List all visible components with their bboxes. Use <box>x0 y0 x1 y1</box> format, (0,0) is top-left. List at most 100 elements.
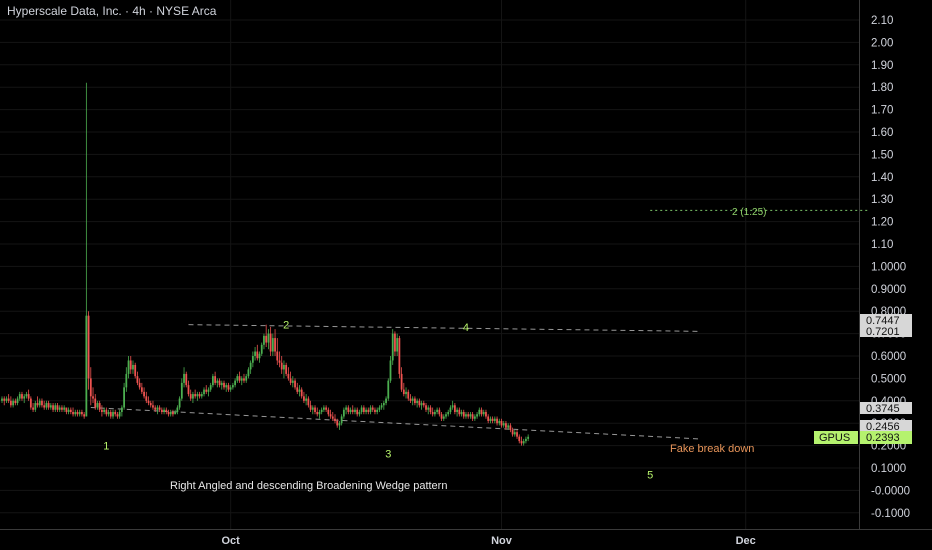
candle-body <box>491 418 494 421</box>
candle-body <box>136 376 139 383</box>
candle-body <box>34 403 37 410</box>
candle-body <box>431 412 434 415</box>
y-tick-label: 1.70 <box>871 105 893 117</box>
candle-body <box>405 391 407 395</box>
y-tick-label: 1.50 <box>871 149 893 161</box>
candle-body <box>476 414 478 417</box>
candle-body <box>9 400 12 406</box>
candle-body <box>525 438 527 442</box>
y-tick-label: 0.5000 <box>871 373 906 385</box>
candle-body <box>45 403 48 408</box>
candle-body <box>81 412 83 415</box>
candle-body <box>498 420 501 424</box>
y-tick-label: 1.80 <box>871 82 893 94</box>
candle-body <box>118 412 121 417</box>
candle-body <box>394 333 396 352</box>
candle-body <box>489 418 492 421</box>
candle-body <box>214 376 217 383</box>
candle-body <box>487 416 490 421</box>
wave-label-3: 3 <box>385 448 391 460</box>
price-chart[interactable]: 1 2 3 4 5 2.10 2.00 1.90 1.80 1.70 1.60 1.50 1.40 1.… <box>0 0 932 550</box>
candle-body <box>227 385 230 390</box>
candle-body <box>29 398 32 408</box>
candle-body <box>469 414 472 417</box>
candle-body <box>49 405 52 408</box>
candle-body <box>338 423 341 426</box>
y-tick-label: 1.30 <box>871 194 893 206</box>
candle-body <box>440 414 443 419</box>
candle-body <box>473 416 476 419</box>
candle-body <box>16 398 19 404</box>
candle-body <box>192 394 194 399</box>
candle-body <box>380 405 383 408</box>
candle-body <box>442 416 445 419</box>
candle-body <box>212 376 214 386</box>
candle-body <box>56 405 59 410</box>
candle-body <box>263 335 265 345</box>
candle-body <box>334 418 336 421</box>
candle-body <box>12 400 14 406</box>
candle-body <box>278 360 281 363</box>
candle-body <box>382 403 385 406</box>
candle-body <box>449 407 452 412</box>
candle-body <box>198 394 201 397</box>
candle-body <box>260 344 263 354</box>
candle-body <box>3 398 6 401</box>
candle-body <box>451 405 454 408</box>
y-tick-label: 1.20 <box>871 217 893 229</box>
candle-body <box>109 412 112 417</box>
candle-body <box>254 351 256 356</box>
candle-body <box>67 409 70 412</box>
candle-body <box>65 407 68 412</box>
candle-body <box>271 338 274 352</box>
candle-body <box>300 389 303 397</box>
candle-body <box>216 380 219 383</box>
candle-body <box>336 420 339 426</box>
candle-body <box>223 382 225 388</box>
y-tick-label: 2.10 <box>871 15 893 27</box>
candle-body <box>307 398 310 406</box>
candle-body <box>243 378 245 381</box>
candle-body <box>165 409 168 412</box>
candle-body <box>5 398 8 401</box>
candle-body <box>245 376 248 381</box>
candle-body <box>240 378 243 381</box>
candle-body <box>354 409 356 412</box>
candle-body <box>174 412 177 415</box>
candle-body <box>107 412 110 415</box>
candle-body <box>196 394 199 397</box>
y-tick-label: 0.1000 <box>871 463 906 475</box>
candle-body <box>416 400 419 404</box>
y-tick-label: 1.40 <box>871 172 893 184</box>
candle-body <box>52 405 54 410</box>
candle-body <box>189 394 192 399</box>
candle-body <box>7 398 10 401</box>
candle-body <box>434 412 436 415</box>
candle-body <box>407 391 410 399</box>
pattern-annotation: Right Angled and descending Broadening W… <box>170 480 447 492</box>
candle-body <box>27 394 30 399</box>
candle-body <box>112 412 114 417</box>
candle-body <box>418 400 421 406</box>
candle-body <box>367 409 370 412</box>
candle-body <box>231 385 234 388</box>
candle-body <box>158 407 161 410</box>
candle-body <box>92 396 94 399</box>
candle-body <box>85 315 88 417</box>
candle-body <box>371 407 374 410</box>
candle-body <box>427 407 430 410</box>
candle-body <box>349 409 352 412</box>
candle-body <box>74 412 77 415</box>
candle-body <box>496 418 498 424</box>
candle-body <box>47 403 50 408</box>
candle-body <box>520 441 523 444</box>
candle-body <box>43 405 46 408</box>
candle-body <box>178 398 181 408</box>
y-tick-label: 1.10 <box>871 239 893 251</box>
candle-body <box>14 400 17 404</box>
candle-body <box>362 407 365 412</box>
candle-body <box>527 436 530 439</box>
fake-break-annotation: Fake break down <box>670 443 754 455</box>
candle-body <box>398 338 401 374</box>
candle-body <box>143 391 145 397</box>
